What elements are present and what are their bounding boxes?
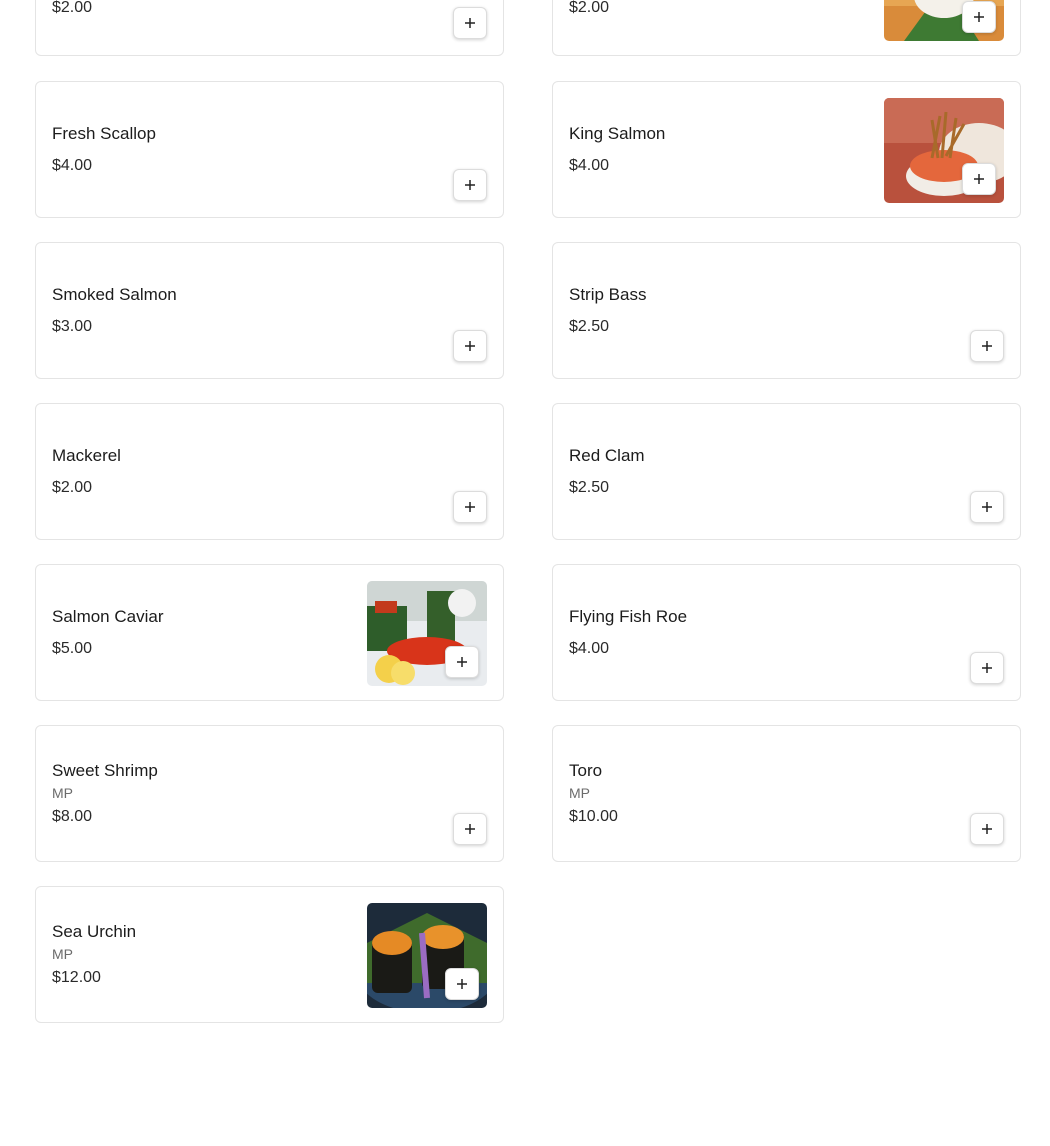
add-item-button[interactable] (970, 330, 1004, 362)
plus-icon (465, 18, 475, 28)
add-item-button[interactable] (962, 163, 996, 195)
plus-icon (982, 824, 992, 834)
menu-item-card[interactable]: Salmon Caviar $5.00 (35, 564, 504, 701)
plus-icon (465, 341, 475, 351)
item-price: $4.00 (569, 639, 610, 657)
menu-item-card[interactable]: Strip Bass $2.50 (552, 242, 1021, 379)
item-photo (884, 0, 1004, 41)
plus-icon (465, 824, 475, 834)
item-name: Strip Bass (569, 284, 647, 304)
item-name: Mackerel (52, 445, 121, 465)
item-name: Smoked Salmon (52, 284, 177, 304)
add-item-button[interactable] (453, 813, 487, 845)
item-name: Sea Urchin (52, 921, 137, 941)
menu-item-card[interactable]: Fresh Scallop $4.00 (35, 81, 504, 218)
item-name: Toro (569, 760, 603, 780)
item-note: MP (52, 945, 73, 962)
item-photo (367, 903, 487, 1008)
item-name: Red Clam (569, 445, 645, 465)
item-price: $2.00 (569, 0, 610, 16)
plus-icon (465, 502, 475, 512)
menu-item-card[interactable]: King Salmon $4.00 (552, 81, 1021, 218)
plus-icon (982, 502, 992, 512)
menu-item-card[interactable]: $2.00 (35, 0, 504, 56)
item-price: $5.00 (52, 639, 93, 657)
item-price: $2.50 (569, 317, 610, 335)
item-price: $12.00 (52, 968, 101, 986)
item-name: Salmon Caviar (52, 606, 164, 626)
add-item-button[interactable] (970, 652, 1004, 684)
plus-icon (982, 341, 992, 351)
item-note: MP (52, 784, 73, 801)
menu-item-card[interactable]: Flying Fish Roe $4.00 (552, 564, 1021, 701)
plus-icon (457, 657, 467, 667)
item-price: $4.00 (569, 156, 610, 174)
add-item-button[interactable] (445, 646, 479, 678)
item-price: $2.00 (52, 478, 93, 496)
add-item-button[interactable] (453, 491, 487, 523)
menu-item-card[interactable]: Sea Urchin MP $12.00 (35, 886, 504, 1023)
add-item-button[interactable] (970, 813, 1004, 845)
plus-icon (465, 180, 475, 190)
plus-icon (457, 979, 467, 989)
item-name: Fresh Scallop (52, 123, 156, 143)
add-item-button[interactable] (970, 491, 1004, 523)
menu-item-card[interactable]: Smoked Salmon $3.00 (35, 242, 504, 379)
item-price: $2.50 (569, 478, 610, 496)
item-photo (367, 581, 487, 686)
item-name: Sweet Shrimp (52, 760, 158, 780)
item-note: MP (569, 784, 590, 801)
plus-icon (982, 663, 992, 673)
menu-item-card[interactable]: Sweet Shrimp MP $8.00 (35, 725, 504, 862)
menu-item-card[interactable]: Toro MP $10.00 (552, 725, 1021, 862)
item-price: $10.00 (569, 807, 618, 825)
add-item-button[interactable] (962, 1, 996, 33)
item-price: $4.00 (52, 156, 93, 174)
plus-icon (974, 12, 984, 22)
add-item-button[interactable] (453, 330, 487, 362)
menu-item-card[interactable]: $2.00 (552, 0, 1021, 56)
add-item-button[interactable] (445, 968, 479, 1000)
menu-item-card[interactable]: Red Clam $2.50 (552, 403, 1021, 540)
item-price: $8.00 (52, 807, 93, 825)
item-name: Flying Fish Roe (569, 606, 688, 626)
add-item-button[interactable] (453, 7, 487, 39)
menu-item-card[interactable]: Mackerel $2.00 (35, 403, 504, 540)
add-item-button[interactable] (453, 169, 487, 201)
plus-icon (974, 174, 984, 184)
item-name: King Salmon (569, 123, 666, 143)
item-price: $3.00 (52, 317, 93, 335)
item-photo (884, 98, 1004, 203)
item-price: $2.00 (52, 0, 93, 16)
